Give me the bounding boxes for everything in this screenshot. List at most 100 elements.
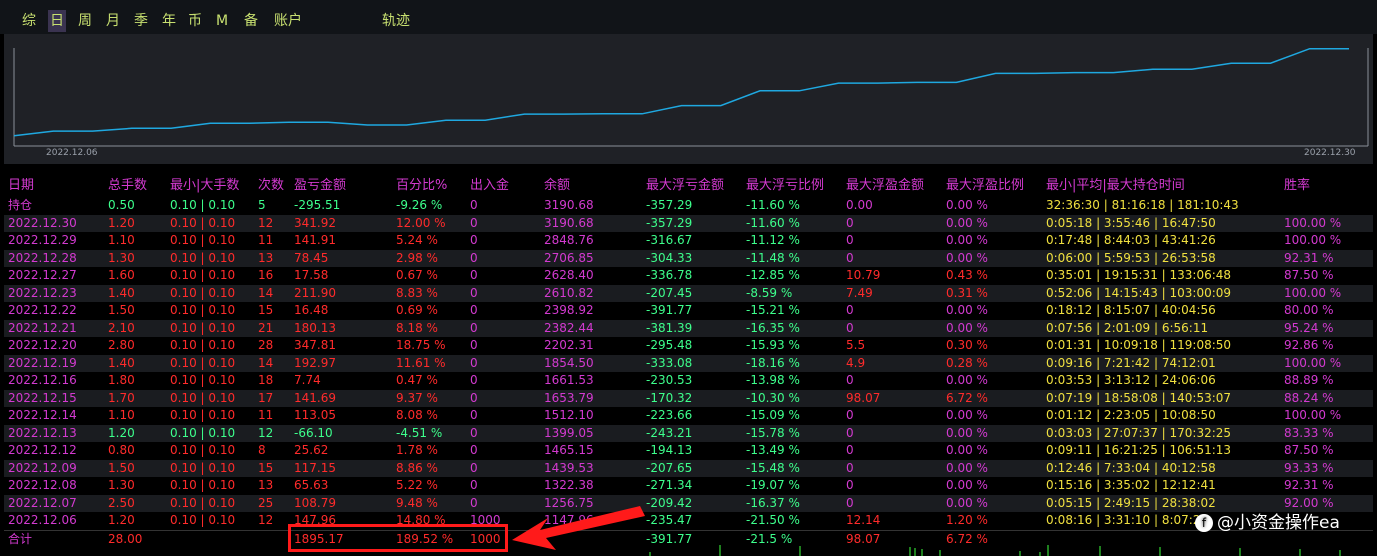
table-row[interactable]: 2022.12.14 1.10 0.10 | 0.10 11 113.05 8.08 % 0…	[4, 407, 1373, 424]
equity-curve-line	[13, 47, 1349, 137]
table-cell: 5.22 %	[396, 478, 438, 492]
tab-8[interactable]: 备	[242, 10, 260, 32]
table-cell: 0.00 %	[946, 198, 988, 212]
table-row[interactable]: 2022.12.28 1.30 0.10 | 0.10 13 78.45 2.98 % 0 2…	[4, 249, 1373, 267]
table-cell: 2022.12.08	[8, 478, 77, 492]
tab-4[interactable]: 季	[132, 10, 150, 32]
header-cell[interactable]: 盈亏金额	[294, 176, 346, 196]
chart-start-date: 2022.12.06	[46, 148, 98, 158]
tab-9[interactable]: 账户	[272, 10, 304, 32]
table-row[interactable]: 2022.12.08 1.30 0.10 | 0.10 13 65.63 5.22 % 0 1…	[4, 477, 1373, 494]
table-cell: 0	[846, 320, 854, 335]
table-row[interactable]: 2022.12.27 1.60 0.10 | 0.10 16 17.58 0.67 % 0 2…	[4, 267, 1373, 284]
table-cell: 0:01:12 | 2:23:05 | 10:08:50	[1046, 408, 1216, 422]
table-cell: -21.50 %	[746, 513, 800, 527]
total-cell: 合计	[8, 531, 33, 546]
table-cell: 14	[258, 355, 274, 370]
table-cell: 0	[846, 408, 854, 422]
table-cell: 1.30	[108, 478, 135, 492]
table-cell: 192.97	[294, 355, 336, 370]
table-row[interactable]: 2022.12.13 1.20 0.10 | 0.10 12 -66.10 -4.51 %…	[4, 424, 1373, 442]
table-row[interactable]: 2022.12.07 2.50 0.10 | 0.10 25 108.79 9.48 % 0…	[4, 494, 1373, 512]
table-cell: 0	[470, 233, 478, 247]
table-cell: 0	[470, 355, 478, 370]
table-cell: 0.00 %	[946, 373, 988, 387]
table-cell: 341.92	[294, 215, 336, 230]
table-cell: 1465.15	[544, 443, 594, 457]
tab-2[interactable]: 周	[76, 10, 94, 32]
table-cell: 80.00 %	[1284, 303, 1334, 317]
table-row[interactable]: 2022.12.06 1.20 0.10 | 0.10 12 147.96 14.80 %…	[4, 512, 1373, 529]
table-cell: 1854.50	[544, 355, 594, 370]
header-cell[interactable]: 余额	[544, 176, 570, 196]
header-cell[interactable]: 最小|大手数	[170, 176, 239, 196]
table-cell: 2022.12.29	[8, 233, 77, 247]
table-row[interactable]: 2022.12.30 1.20 0.10 | 0.10 12 341.92 12.00 %…	[4, 214, 1373, 232]
table-row[interactable]: 2022.12.16 1.80 0.10 | 0.10 18 7.74 0.47 % 0 16…	[4, 372, 1373, 389]
header-cell[interactable]: 次数	[258, 176, 284, 196]
table-cell: -15.93 %	[746, 338, 800, 352]
table-cell: 0.67 %	[396, 268, 438, 282]
table-row[interactable]: 2022.12.20 2.80 0.10 | 0.10 28 347.81 18.75 %…	[4, 337, 1373, 354]
header-cell[interactable]: 总手数	[108, 176, 147, 196]
header-cell[interactable]: 最大浮盈比例	[946, 176, 1024, 196]
table-cell: 113.05	[294, 408, 336, 422]
table-cell: -391.77	[646, 303, 693, 317]
table-cell: -235.47	[646, 513, 693, 527]
header-cell[interactable]: 百分比%	[396, 176, 447, 196]
holding-row[interactable]: 持仓 0.50 0.10 | 0.10 5 -295.51 -9.26 % 0 3190.68…	[4, 197, 1373, 214]
tab-6[interactable]: 币	[186, 10, 204, 32]
header-cell[interactable]: 最小|平均|最大持仓时间	[1046, 176, 1185, 196]
table-cell: 108.79	[294, 495, 336, 510]
table-cell: 0.10 | 0.10	[170, 285, 236, 300]
header-cell[interactable]: 胜率	[1284, 176, 1310, 196]
table-cell: 0.10 | 0.10	[170, 478, 236, 492]
table-row[interactable]: 2022.12.21 2.10 0.10 | 0.10 21 180.13 8.18 % 0…	[4, 319, 1373, 337]
tab-1[interactable]: 日	[48, 10, 66, 32]
total-highlight-box	[288, 524, 508, 552]
table-cell: 0	[470, 198, 478, 212]
table-cell: 12	[258, 513, 274, 527]
header-cell[interactable]: 最大浮盈金额	[846, 176, 924, 196]
table-cell: -336.78	[646, 268, 693, 282]
header-cell[interactable]: 最大浮亏金额	[646, 176, 724, 196]
tab-5[interactable]: 年	[160, 10, 178, 32]
table-row[interactable]: 2022.12.15 1.70 0.10 | 0.10 17 141.69 9.37 % 0…	[4, 389, 1373, 407]
table-row[interactable]: 2022.12.19 1.40 0.10 | 0.10 14 192.97 11.61 %…	[4, 354, 1373, 372]
table-cell: -10.30 %	[746, 390, 800, 405]
table-cell: 10.79	[846, 268, 881, 282]
table-cell: 0.10 | 0.10	[170, 250, 236, 265]
tab-10[interactable]: 轨迹	[380, 10, 412, 32]
table-cell: 0.10 | 0.10	[170, 513, 236, 527]
table-row[interactable]: 2022.12.12 0.80 0.10 | 0.10 8 25.62 1.78 % 0 14…	[4, 442, 1373, 459]
table-cell: -223.66	[646, 408, 693, 422]
table-row[interactable]: 2022.12.29 1.10 0.10 | 0.10 11 141.91 5.24 % 0…	[4, 232, 1373, 249]
table-cell: 0:06:00 | 5:59:53 | 26:53:58	[1046, 250, 1216, 265]
tab-3[interactable]: 月	[104, 10, 122, 32]
watermark: f @小资金操作ea	[1195, 508, 1340, 533]
table-cell: 0:09:16 | 7:21:42 | 74:12:01	[1046, 355, 1216, 370]
header-cell[interactable]: 最大浮亏比例	[746, 176, 824, 196]
table-cell: 0.10 | 0.10	[170, 495, 236, 510]
table-cell: 0.10 | 0.10	[170, 198, 236, 212]
table-cell: 98.07	[846, 390, 881, 405]
header-cell[interactable]: 日期	[8, 176, 34, 196]
table-row[interactable]: 2022.12.09 1.50 0.10 | 0.10 15 117.15 8.86 % 0…	[4, 459, 1373, 477]
table-cell: 1147.96	[544, 513, 594, 527]
table-cell: 2.10	[108, 320, 135, 335]
table-cell: 0	[846, 460, 854, 475]
table-cell: 0.10 | 0.10	[170, 233, 236, 247]
table-cell: -207.65	[646, 460, 693, 475]
header-cell[interactable]: 出入金	[470, 176, 509, 196]
table-cell: -194.13	[646, 443, 693, 457]
table-cell: 11.61 %	[396, 355, 446, 370]
tab-0[interactable]: 综	[20, 10, 38, 32]
table-cell: 1.30	[108, 250, 135, 265]
table-cell: 0:05:18 | 3:55:46 | 16:47:50	[1046, 215, 1216, 230]
table-cell: -19.07 %	[746, 478, 800, 492]
table-cell: 1.60	[108, 268, 135, 282]
tab-7[interactable]: M	[214, 10, 230, 32]
table-row[interactable]: 2022.12.22 1.50 0.10 | 0.10 15 16.48 0.69 % 0 2…	[4, 302, 1373, 319]
table-cell: 12.14	[846, 513, 881, 527]
table-row[interactable]: 2022.12.23 1.40 0.10 | 0.10 14 211.90 8.83 % 0…	[4, 284, 1373, 302]
